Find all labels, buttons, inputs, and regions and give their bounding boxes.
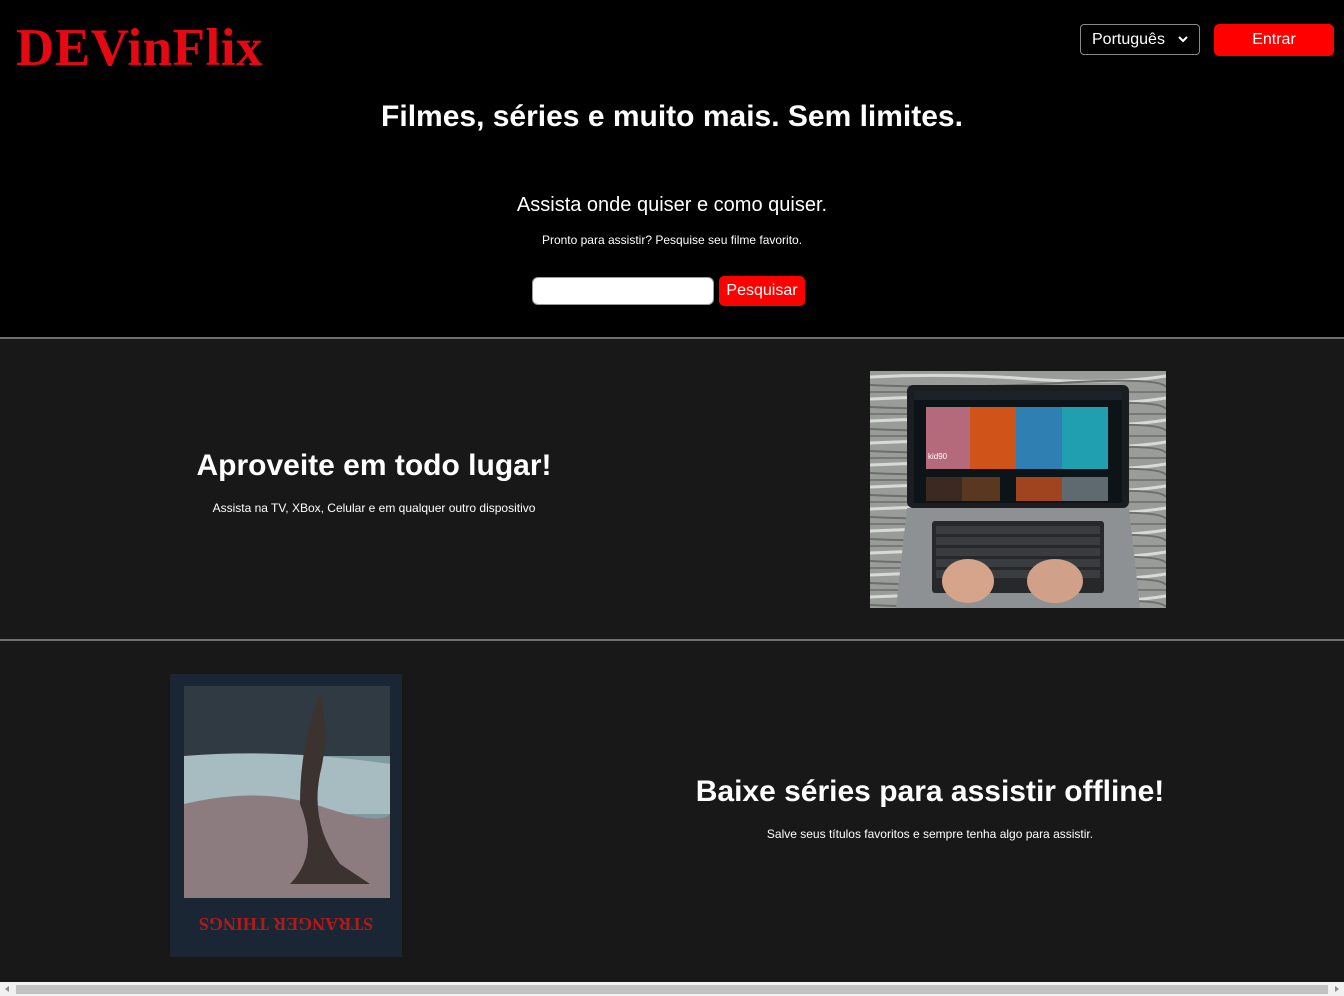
hero-section: DEVinFlix Português Entrar Filmes, série…: [0, 0, 1344, 338]
anywhere-text: Assista na TV, XBox, Celular e em qualqu…: [212, 501, 536, 515]
arrow-right-icon[interactable]: [1330, 982, 1344, 996]
language-select-value: Português: [1092, 30, 1165, 48]
hero-title: Filmes, séries e muito mais. Sem limites…: [381, 100, 963, 133]
laptop-screen-label: kid90: [928, 452, 948, 461]
download-text: Salve seus títulos favoritos e sempre te…: [766, 827, 1094, 841]
chevron-down-icon: [1178, 36, 1188, 43]
stranger-things-poster-image: STRANGER THINGS: [170, 674, 402, 957]
enter-button[interactable]: Entrar: [1214, 24, 1334, 56]
logo[interactable]: DEVinFlix: [16, 20, 263, 76]
horizontal-scrollbar[interactable]: [0, 982, 1344, 996]
laptop-image: kid90: [870, 371, 1166, 608]
hero-prompt: Pronto para assistir? Pesquise seu filme…: [541, 233, 803, 247]
anywhere-title: Aproveite em todo lugar!: [196, 449, 552, 482]
section-divider: [0, 337, 1344, 339]
search-button[interactable]: Pesquisar: [719, 276, 805, 306]
search-input[interactable]: [532, 277, 714, 305]
scrollbar-thumb[interactable]: [16, 985, 1328, 994]
section-divider: [0, 639, 1344, 641]
download-title: Baixe séries para assistir offline!: [695, 775, 1165, 808]
hero-subtitle: Assista onde quiser e como quiser.: [516, 194, 828, 216]
language-select[interactable]: Português: [1080, 24, 1200, 55]
poster-logo-text: STRANGER THINGS: [199, 914, 373, 934]
arrow-left-icon[interactable]: [0, 982, 14, 996]
